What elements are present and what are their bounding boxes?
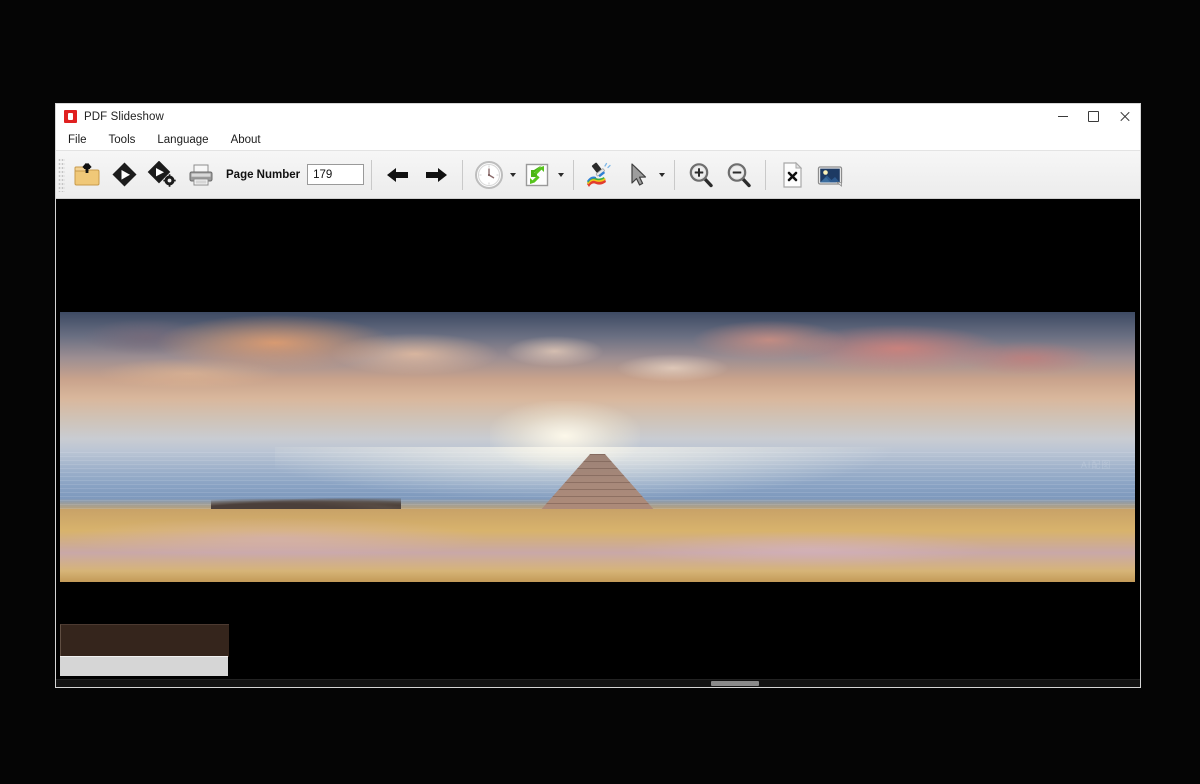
toolbar-separator <box>765 159 767 190</box>
clock-icon <box>475 160 504 189</box>
cursor-arrow-icon <box>631 162 647 186</box>
close-document-button[interactable] <box>775 155 809 195</box>
arrow-left-icon <box>387 167 409 182</box>
picture-icon <box>817 165 843 187</box>
horizontal-scrollbar-thumb[interactable] <box>711 681 759 686</box>
foreground-sand <box>60 509 1135 582</box>
zoom-out-button[interactable] <box>722 155 756 195</box>
window-title: PDF Slideshow <box>84 110 164 123</box>
minimize-button[interactable] <box>1047 104 1078 129</box>
green-rotate-icon <box>525 163 549 186</box>
toolbar-separator <box>371 159 373 190</box>
window-titlebar[interactable]: PDF Slideshow <box>56 104 1140 129</box>
stamp-color-icon <box>587 162 611 187</box>
close-icon <box>1119 111 1130 122</box>
minimize-icon <box>1057 116 1068 117</box>
image-watermark: AI配图 <box>1080 459 1112 470</box>
horizontal-scrollbar[interactable] <box>56 679 1140 687</box>
page-number-label: Page Number <box>226 168 301 181</box>
annotation-overlay-bar[interactable] <box>60 656 228 676</box>
toolbar-separator <box>573 159 575 190</box>
slideshow-settings-button[interactable] <box>146 155 180 195</box>
magnifier-plus-icon <box>689 162 713 187</box>
menu-tools[interactable]: Tools <box>109 132 147 148</box>
toolbar-separator <box>674 159 676 190</box>
export-image-button[interactable] <box>813 155 847 195</box>
rotate-dropdown-caret[interactable] <box>558 172 565 177</box>
close-button[interactable] <box>1109 104 1140 129</box>
timer-button[interactable] <box>472 155 506 195</box>
menubar: File Tools Language About <box>56 129 1140 150</box>
page-number-group: Page Number 179 <box>220 164 365 185</box>
rotate-fullscreen-button[interactable] <box>520 155 554 195</box>
document-viewer[interactable]: AI配图 <box>56 199 1140 687</box>
play-diamond-icon <box>112 161 137 187</box>
toolbar-separator <box>462 159 464 190</box>
zoom-in-button[interactable] <box>684 155 718 195</box>
printer-icon <box>189 164 213 185</box>
timer-dropdown-caret[interactable] <box>510 172 517 177</box>
start-slideshow-button[interactable] <box>108 155 142 195</box>
toolbar: Page Number 179 <box>56 150 1140 199</box>
pdf-slideshow-window: PDF Slideshow File Tools Language About <box>56 104 1140 687</box>
print-button[interactable] <box>184 155 218 195</box>
previous-page-button[interactable] <box>381 155 415 195</box>
maximize-icon <box>1088 111 1099 122</box>
magnifier-minus-icon <box>727 162 751 187</box>
pointer-tool-button[interactable] <box>621 155 655 195</box>
pdf-page-image[interactable]: AI配图 <box>60 312 1135 582</box>
pointer-dropdown-caret[interactable] <box>659 172 666 177</box>
annotation-overlay-panel[interactable] <box>60 624 229 657</box>
page-close-icon <box>783 161 803 188</box>
menu-about[interactable]: About <box>231 132 272 148</box>
stamp-tool-button[interactable] <box>583 155 617 195</box>
window-controls <box>1047 104 1140 129</box>
folder-open-icon <box>74 162 100 185</box>
desktop-background: PDF Slideshow File Tools Language About <box>0 0 1200 784</box>
pdf-document-icon <box>64 110 77 123</box>
menu-language[interactable]: Language <box>157 132 219 148</box>
maximize-button[interactable] <box>1078 104 1109 129</box>
menu-file[interactable]: File <box>68 132 98 148</box>
arrow-right-icon <box>426 167 448 182</box>
toolbar-grip[interactable] <box>58 157 65 192</box>
play-diamond-gear-icon <box>147 160 176 187</box>
next-page-button[interactable] <box>419 155 453 195</box>
open-file-button[interactable] <box>70 155 104 195</box>
page-number-input[interactable]: 179 <box>307 164 365 185</box>
